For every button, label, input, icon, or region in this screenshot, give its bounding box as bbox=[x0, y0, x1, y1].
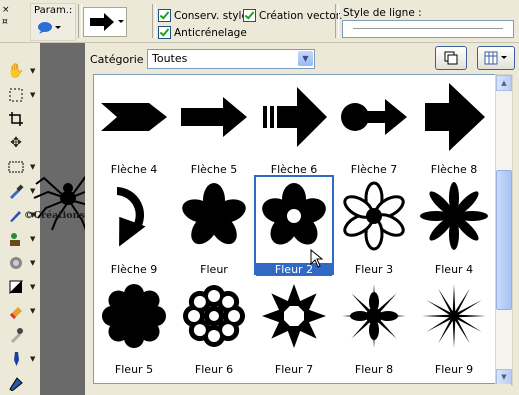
eraser-icon[interactable]: ▼ bbox=[6, 301, 35, 321]
flower-ring-icon bbox=[262, 183, 326, 245]
scroll-down-button[interactable]: ▼ bbox=[496, 369, 512, 385]
shape-item[interactable]: Fleur 4 bbox=[414, 175, 494, 276]
shape-picker-button[interactable] bbox=[83, 7, 127, 37]
curved-arrow-icon bbox=[117, 187, 146, 247]
shape-item[interactable]: Fleur 5 bbox=[94, 275, 174, 376]
vertical-scrollbar[interactable]: ▲ ▼ bbox=[495, 74, 513, 386]
category-label: Catégorie : bbox=[90, 53, 151, 66]
shape-item[interactable]: Flèche 5 bbox=[174, 75, 254, 176]
shape-item[interactable]: Flèche 9 bbox=[94, 175, 174, 276]
category-dropdown[interactable]: Toutes ▼ bbox=[147, 49, 315, 69]
pan-icon[interactable]: ✋ ▼ bbox=[6, 61, 35, 81]
shape-item-selected[interactable]: Fleur 2 bbox=[254, 175, 334, 276]
block-arrow-icon bbox=[181, 97, 247, 137]
selection-icon[interactable]: ▼ bbox=[6, 85, 35, 105]
shape-item[interactable]: Fleur 3 bbox=[334, 175, 414, 276]
shape-name: Fleur 7 bbox=[274, 363, 314, 376]
shape-item[interactable]: Fleur 9 bbox=[414, 275, 494, 376]
toolbar-grip[interactable]: × ¤ bbox=[2, 4, 12, 38]
shape-library-panel: Catégorie : Toutes ▼ Flèche 4 Flèche 5 F… bbox=[85, 43, 519, 395]
fat-arrow-icon bbox=[425, 83, 485, 151]
anticrenelage-label: Anticrénelage bbox=[174, 26, 247, 39]
copy-library-button[interactable] bbox=[435, 46, 467, 70]
flower-star-icon bbox=[262, 284, 326, 348]
crop-icon[interactable] bbox=[6, 109, 26, 129]
pin-arrow-icon bbox=[341, 99, 407, 135]
paint-icon[interactable] bbox=[6, 373, 26, 393]
line-style-label: Style de ligne : bbox=[343, 7, 422, 19]
shape-grid: Flèche 4 Flèche 5 Flèche 6 Flèche 7 Flèc… bbox=[93, 74, 496, 384]
panel-bottom-edge bbox=[93, 384, 511, 394]
scroll-up-button[interactable]: ▲ bbox=[496, 75, 512, 91]
striped-arrow-icon bbox=[263, 87, 327, 147]
shape-name: Fleur 6 bbox=[194, 363, 234, 376]
creation-vector-checkbox[interactable]: Création vector. bbox=[243, 9, 342, 22]
checkbox-checked-icon[interactable] bbox=[243, 9, 256, 22]
shape-item[interactable]: Fleur bbox=[174, 175, 254, 276]
fill-icon[interactable]: ▼ bbox=[6, 277, 35, 297]
view-options-button[interactable] bbox=[477, 46, 515, 70]
line-style-dropdown[interactable] bbox=[342, 20, 514, 38]
retouch-icon[interactable]: ▼ bbox=[6, 253, 35, 273]
arrow-shape-icon bbox=[90, 13, 124, 31]
scroll-thumb[interactable] bbox=[496, 170, 512, 310]
shape-name: Fleur 8 bbox=[354, 363, 394, 376]
chevron-up-icon: ▲ bbox=[501, 79, 507, 87]
shape-item[interactable]: Flèche 8 bbox=[414, 75, 494, 176]
shape-item[interactable]: Flèche 7 bbox=[334, 75, 414, 176]
category-value: Toutes bbox=[152, 52, 188, 65]
presets-label: Param.: bbox=[34, 5, 73, 16]
flower-cloud-icon bbox=[102, 284, 166, 348]
separator bbox=[78, 4, 82, 38]
shape-item[interactable]: Fleur 6 bbox=[174, 275, 254, 376]
conserv-style-label: Conserv. style bbox=[174, 9, 248, 22]
grid-view-icon bbox=[484, 51, 507, 65]
shape-item[interactable]: Flèche 4 bbox=[94, 75, 174, 176]
flower-sparkle-icon bbox=[422, 284, 486, 348]
checkbox-checked-icon[interactable] bbox=[158, 9, 171, 22]
flower-8-thin-icon bbox=[342, 284, 406, 348]
checkbox-checked-icon[interactable] bbox=[158, 26, 171, 39]
anticrenelage-checkbox[interactable]: Anticrénelage bbox=[158, 26, 247, 39]
flower-5-petal-icon bbox=[182, 183, 246, 245]
copy-icon bbox=[444, 51, 458, 65]
chevron-arrow-icon bbox=[101, 103, 167, 131]
flower-outline-icon bbox=[343, 181, 405, 251]
cursor-icon bbox=[310, 249, 324, 268]
shape-item[interactable]: Fleur 7 bbox=[254, 275, 334, 376]
flower-8-spoke-icon bbox=[420, 182, 488, 250]
creation-vector-label: Création vector. bbox=[259, 9, 343, 22]
shape-name: Fleur 9 bbox=[434, 363, 474, 376]
move-icon[interactable]: ✥ bbox=[6, 133, 26, 153]
chevron-down-icon: ▼ bbox=[501, 373, 507, 381]
speech-bubble-icon[interactable] bbox=[37, 21, 63, 38]
close-icon[interactable]: × bbox=[2, 4, 12, 16]
conserv-style-checkbox[interactable]: Conserv. style bbox=[158, 9, 248, 22]
flower-daisy-icon bbox=[183, 285, 245, 347]
dropper-icon[interactable] bbox=[6, 325, 26, 345]
pin-icon[interactable]: ¤ bbox=[2, 16, 12, 28]
separator bbox=[335, 4, 339, 38]
chevron-down-icon[interactable]: ▼ bbox=[298, 51, 313, 66]
shape-item[interactable]: Fleur 8 bbox=[334, 275, 414, 376]
shape-item[interactable]: Flèche 6 bbox=[254, 75, 334, 176]
shape-name: Fleur 5 bbox=[114, 363, 154, 376]
pen-icon[interactable]: ▼ bbox=[6, 349, 35, 369]
separator bbox=[152, 4, 156, 38]
tool-options-bar: × ¤ Param.: Conserv. style Création vect… bbox=[0, 0, 519, 43]
presets-control[interactable]: Param.: bbox=[30, 3, 76, 41]
